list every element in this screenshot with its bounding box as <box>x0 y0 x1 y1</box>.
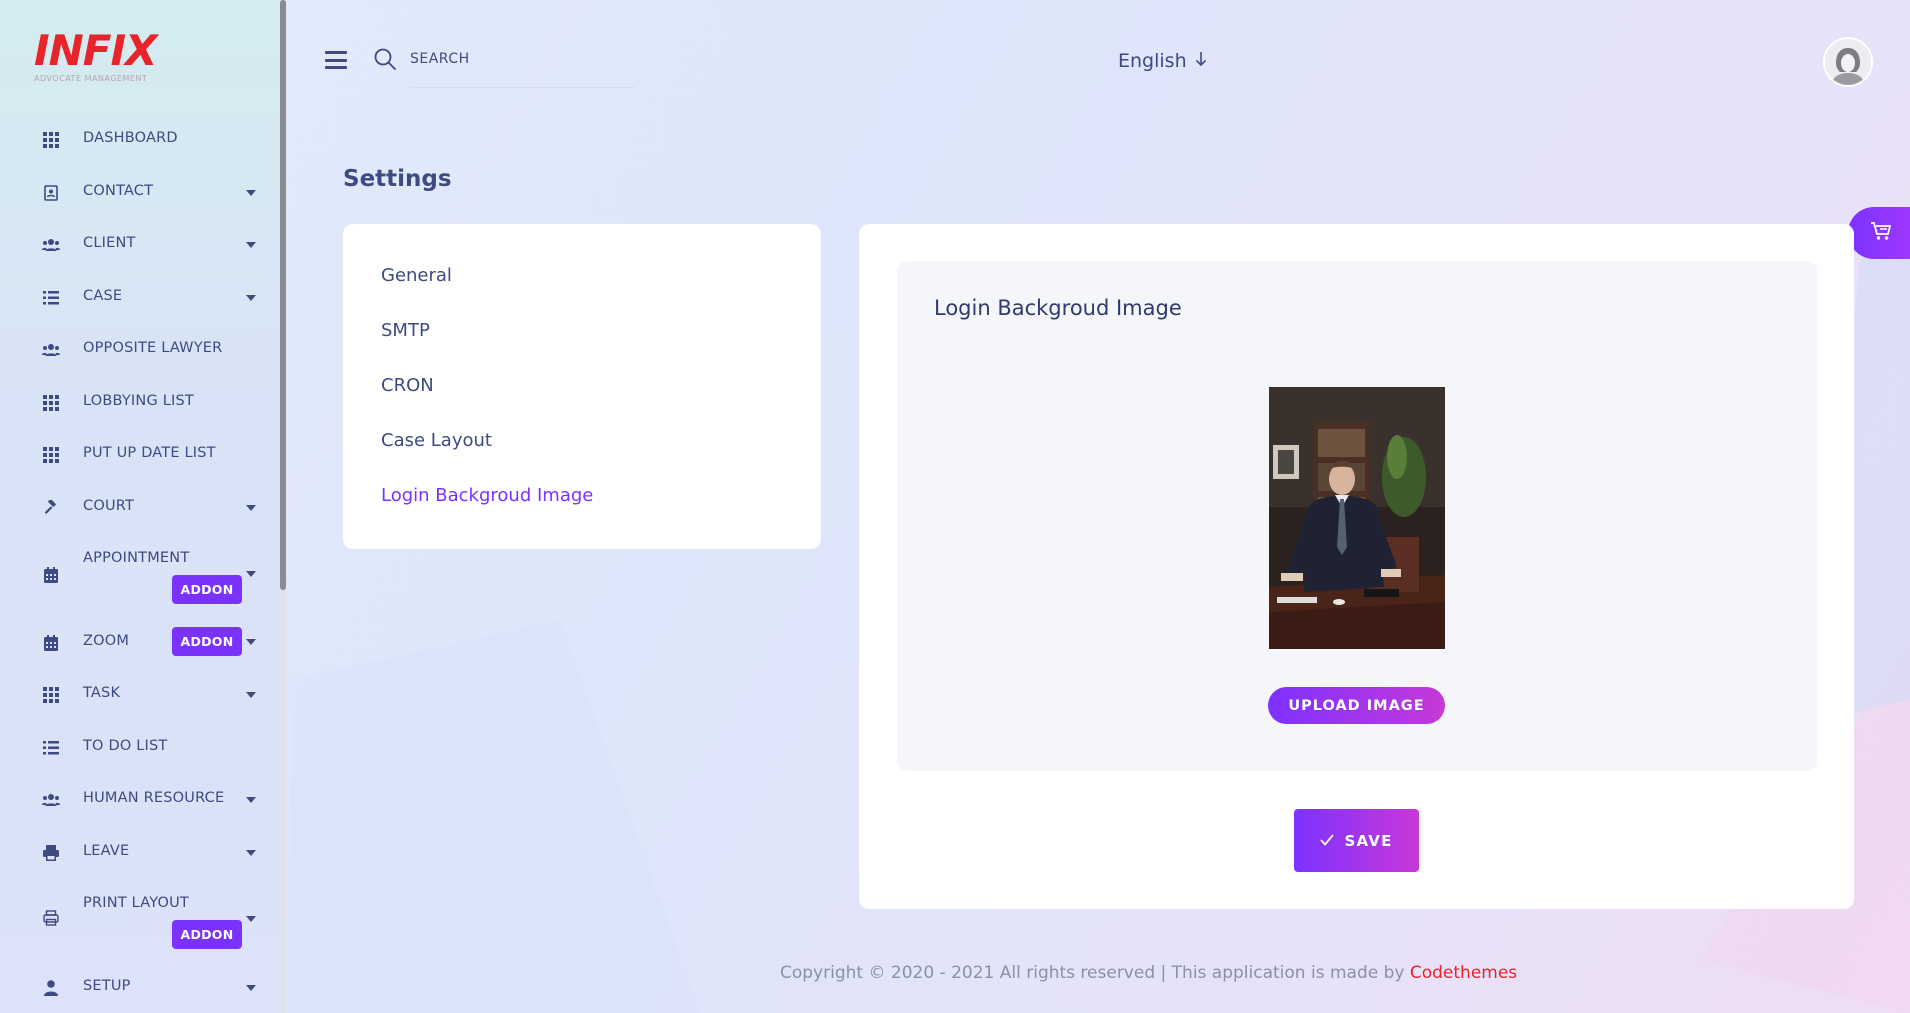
sidebar-item-contact[interactable]: CONTACT <box>0 183 275 205</box>
users-icon <box>42 236 60 254</box>
sidebar-item-label: SETUP <box>83 978 131 994</box>
footer-brand-link[interactable]: Codethemes <box>1410 963 1517 983</box>
caret-down-icon <box>246 295 256 301</box>
printer-icon <box>42 844 60 862</box>
sidebar-item-dashboard[interactable]: DASHBOARD <box>0 130 275 152</box>
sidebar-item-label: LEAVE <box>83 843 130 859</box>
sidebar-item-label: LOBBYING LIST <box>83 393 194 409</box>
sidebar-item-label: CONTACT <box>83 183 154 199</box>
caret-down-icon <box>246 505 256 511</box>
save-button-label: SAVE <box>1344 831 1393 850</box>
sidebar-item-setup[interactable]: SETUP <box>0 978 275 1000</box>
login-background-preview-image <box>1269 387 1445 649</box>
users-icon <box>42 791 60 809</box>
sidebar-item-label: TASK <box>83 685 121 701</box>
settings-nav-login-background-image[interactable]: Login Backgroud Image <box>381 485 593 506</box>
footer: Copyright © 2020 - 2021 All rights reser… <box>780 963 1517 983</box>
caret-down-icon <box>246 916 256 922</box>
sidebar-item-appointment[interactable]: APPOINTMENT ADDON <box>0 550 275 610</box>
sidebar-item-leave[interactable]: LEAVE <box>0 843 275 865</box>
settings-content-card: Login Backgroud Image UPLOAD IMAGE SAVE <box>859 224 1854 909</box>
grid-icon <box>42 394 60 412</box>
caret-down-icon <box>246 639 256 645</box>
settings-nav-card: General SMTP CRON Case Layout Login Back… <box>343 224 821 549</box>
sidebar-scrollbar[interactable] <box>280 0 286 1013</box>
sidebar-item-opposite-lawyer[interactable]: OPPOSITE LAWYER <box>0 340 275 362</box>
sidebar-item-label: ZOOM <box>83 633 130 649</box>
cart-icon <box>1870 221 1892 245</box>
sidebar-item-label: COURT <box>83 498 135 514</box>
footer-copyright: Copyright © 2020 - 2021 All rights reser… <box>780 963 1410 983</box>
sidebar-item-court[interactable]: COURT <box>0 498 275 520</box>
settings-nav-case-layout[interactable]: Case Layout <box>381 430 492 451</box>
sidebar-item-task[interactable]: TASK <box>0 685 275 707</box>
sidebar-item-label: DASHBOARD <box>83 130 178 146</box>
cart-button[interactable] <box>1848 207 1910 259</box>
grid-icon <box>42 686 60 704</box>
sidebar-item-label: PRINT LAYOUT <box>83 895 189 911</box>
save-button[interactable]: SAVE <box>1294 809 1419 872</box>
panel-title: Login Backgroud Image <box>934 296 1182 320</box>
caret-down-icon <box>246 190 256 196</box>
caret-down-icon <box>246 571 256 577</box>
sidebar-item-zoom[interactable]: ZOOM ADDON <box>0 627 275 657</box>
grid-icon <box>42 131 60 149</box>
search-input[interactable] <box>410 46 635 88</box>
page-title: Settings <box>343 166 452 192</box>
addon-badge: ADDON <box>172 575 242 604</box>
sidebar-item-print-layout[interactable]: PRINT LAYOUT ADDON <box>0 895 275 955</box>
print-outline-icon <box>42 909 60 927</box>
arrow-down-icon <box>1195 50 1207 72</box>
addon-badge: ADDON <box>172 627 242 656</box>
user-avatar[interactable] <box>1823 37 1873 87</box>
list-icon <box>42 739 60 757</box>
address-book-icon <box>42 184 60 202</box>
sidebar-item-label: CASE <box>83 288 123 304</box>
sidebar-item-client[interactable]: CLIENT <box>0 235 275 257</box>
sidebar-item-label: CLIENT <box>83 235 136 251</box>
app-logo[interactable]: INFIX ADVOCATE MANAGEMENT <box>34 30 164 86</box>
caret-down-icon <box>246 850 256 856</box>
caret-down-icon <box>246 985 256 991</box>
check-icon <box>1320 832 1335 850</box>
menu-toggle-button[interactable] <box>325 51 347 69</box>
login-background-panel: Login Backgroud Image UPLOAD IMAGE <box>897 261 1817 771</box>
users-icon <box>42 341 60 359</box>
upload-image-button[interactable]: UPLOAD IMAGE <box>1268 687 1445 724</box>
language-selector[interactable]: English <box>1118 50 1207 72</box>
sidebar-item-label: TO DO LIST <box>83 738 168 754</box>
sidebar-item-put-up-date-list[interactable]: PUT UP DATE LIST <box>0 445 275 467</box>
list-icon <box>42 289 60 307</box>
sidebar: INFIX ADVOCATE MANAGEMENT DASHBOARD CONT… <box>0 0 280 1013</box>
caret-down-icon <box>246 797 256 803</box>
settings-nav-general[interactable]: General <box>381 265 452 286</box>
user-icon <box>42 979 60 997</box>
sidebar-item-label: OPPOSITE LAWYER <box>83 340 223 356</box>
logo-tagline: ADVOCATE MANAGEMENT <box>34 74 148 83</box>
sidebar-item-case[interactable]: CASE <box>0 288 275 310</box>
language-label: English <box>1118 50 1187 72</box>
caret-down-icon <box>246 242 256 248</box>
sidebar-scrollbar-thumb[interactable] <box>280 0 286 590</box>
calendar-icon <box>42 634 60 652</box>
sidebar-item-label: APPOINTMENT <box>83 550 190 566</box>
search-icon <box>373 47 397 71</box>
sidebar-item-human-resource[interactable]: HUMAN RESOURCE <box>0 790 275 812</box>
sidebar-item-to-do-list[interactable]: TO DO LIST <box>0 738 275 760</box>
sidebar-item-label: HUMAN RESOURCE <box>83 790 225 806</box>
gavel-icon <box>42 499 60 517</box>
settings-nav-smtp[interactable]: SMTP <box>381 320 430 341</box>
sidebar-item-lobbying-list[interactable]: LOBBYING LIST <box>0 393 275 415</box>
addon-badge: ADDON <box>172 920 242 949</box>
settings-nav-cron[interactable]: CRON <box>381 375 434 396</box>
sidebar-item-label: PUT UP DATE LIST <box>83 445 216 461</box>
caret-down-icon <box>246 692 256 698</box>
calendar-icon <box>42 566 60 584</box>
grid-icon <box>42 446 60 464</box>
logo-wordmark: INFIX <box>34 26 157 75</box>
